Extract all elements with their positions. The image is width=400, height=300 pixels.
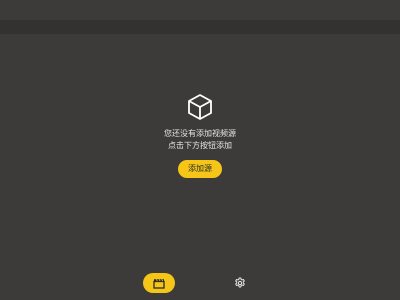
status-bar [0, 0, 400, 20]
bottom-nav [0, 266, 400, 300]
empty-message: 您还没有添加视频源 点击下方按钮添加 [164, 128, 236, 152]
empty-state: 您还没有添加视频源 点击下方按钮添加 添加源 [0, 92, 400, 178]
app-screen: 您还没有添加视频源 点击下方按钮添加 添加源 [0, 0, 400, 300]
empty-message-line1: 您还没有添加视频源 [164, 129, 236, 138]
top-toolbar [0, 20, 400, 34]
add-source-button[interactable]: 添加源 [178, 160, 222, 178]
clapperboard-icon [153, 278, 165, 289]
empty-message-line2: 点击下方按钮添加 [168, 141, 232, 150]
box-icon [188, 94, 212, 120]
nav-settings-tab[interactable] [230, 273, 250, 293]
gear-icon [235, 277, 245, 288]
nav-sources-tab[interactable] [143, 273, 175, 293]
